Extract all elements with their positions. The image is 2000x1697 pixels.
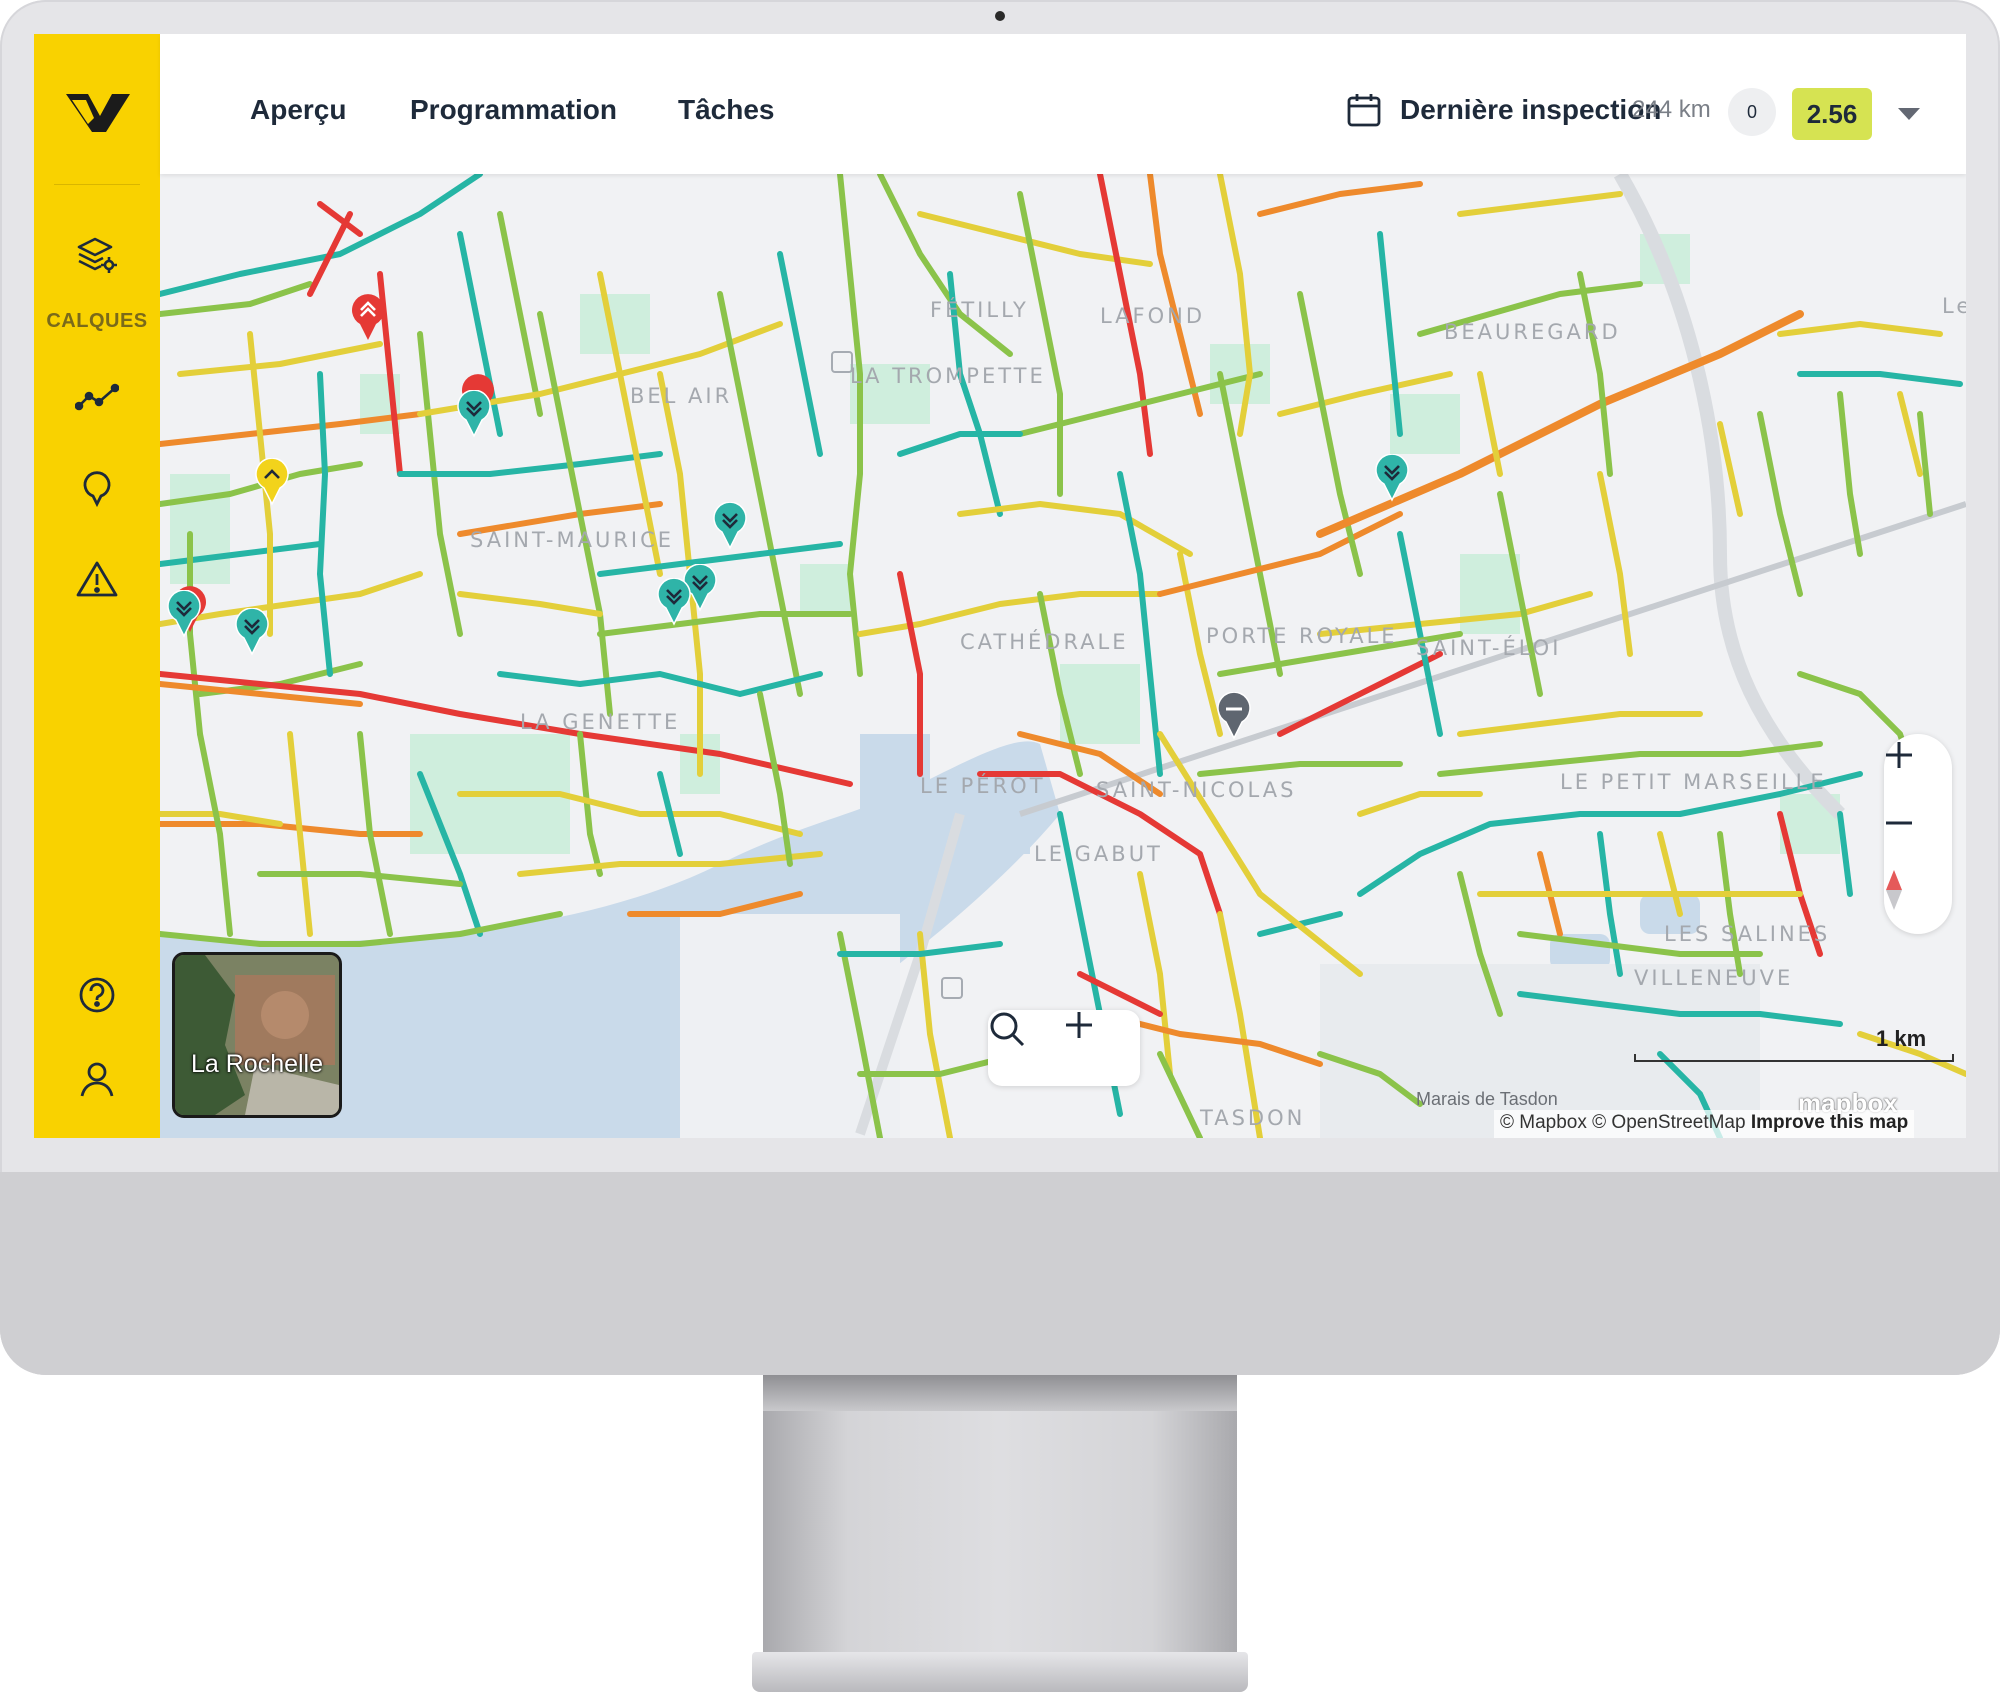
satellite-thumbnail	[175, 955, 339, 1115]
district-label: CATHÉDRALE	[960, 630, 1129, 654]
tab-taches[interactable]: Tâches	[678, 94, 775, 126]
calendar-icon[interactable]	[1346, 92, 1382, 128]
minimap-label: La Rochelle	[190, 1050, 324, 1078]
improvement-marker-teal[interactable]	[234, 608, 270, 656]
camera-dot	[995, 11, 1005, 21]
zoom-in-button[interactable]	[1884, 740, 1952, 804]
district-label: VILLENEUVE	[1634, 966, 1794, 990]
inspection-distance: 244 km	[1632, 96, 1711, 123]
user-icon[interactable]	[72, 1054, 122, 1104]
brand-logo	[66, 94, 130, 132]
district-label: TASDON	[1200, 1106, 1306, 1130]
district-label: LAFOND	[1100, 304, 1206, 328]
map-tools	[988, 1010, 1140, 1086]
map-attribution: © Mapbox © OpenStreetMap Improve this ma…	[1494, 1110, 1915, 1138]
map-scale-bar	[1634, 1054, 1954, 1062]
monitor-stand-shade	[763, 1375, 1237, 1411]
monitor-stand	[763, 1375, 1237, 1665]
improvement-marker-teal[interactable]	[166, 590, 202, 638]
inspection-count-badge: 0	[1728, 88, 1776, 136]
chevron-down-icon[interactable]	[1898, 108, 1920, 120]
map-pin-icon[interactable]	[72, 464, 122, 514]
district-label: LES SALINES	[1664, 922, 1831, 946]
last-inspection-label[interactable]: Dernière inspection	[1400, 94, 1661, 126]
road-map[interactable]: FÉTILLY LAFOND BEAUREGARD LA TROMPETTE B…	[160, 174, 1966, 1138]
alert-marker-red[interactable]	[350, 294, 386, 342]
layers-label: CALQUES	[46, 310, 148, 332]
search-icon[interactable]	[988, 1010, 1064, 1086]
monitor-chin	[0, 1172, 2000, 1375]
district-label: LA TROMPETTE	[850, 364, 1046, 388]
sidebar: CALQUES	[34, 34, 160, 1138]
monitor-frame: CALQUES Aperçu Programmation Tâches Dern…	[0, 0, 2000, 1375]
district-label: BEL AIR	[630, 384, 733, 408]
improvement-marker-teal[interactable]	[456, 390, 492, 438]
layers-settings-icon[interactable]	[72, 230, 122, 280]
help-icon[interactable]	[72, 970, 122, 1020]
improvement-marker-teal[interactable]	[712, 502, 748, 550]
sidebar-divider	[54, 184, 140, 185]
attribution-osm[interactable]: © OpenStreetMap	[1592, 1112, 1745, 1133]
improvement-marker-teal[interactable]	[1374, 454, 1410, 502]
warning-icon[interactable]	[72, 554, 122, 604]
district-label: SAINT-NICOLAS	[1096, 778, 1297, 802]
app-screen: CALQUES Aperçu Programmation Tâches Dern…	[34, 34, 1966, 1138]
improve-map-link[interactable]: Improve this map	[1751, 1112, 1908, 1133]
district-label: SAINT-MAURICE	[470, 528, 675, 552]
add-icon[interactable]	[1064, 1010, 1140, 1086]
map-canvas	[160, 174, 1966, 1138]
zoom-control	[1884, 734, 1952, 934]
district-label: SAINT-ÉLOI	[1416, 636, 1562, 660]
monitor-foot	[752, 1652, 1248, 1692]
district-label: BEAUREGARD	[1444, 320, 1621, 344]
attribution-mapbox[interactable]: © Mapbox	[1500, 1112, 1587, 1133]
zoom-out-button[interactable]	[1884, 808, 1952, 872]
neutral-marker-grey[interactable]	[1216, 692, 1252, 740]
district-label: LE GABUT	[1034, 842, 1163, 866]
tab-programmation[interactable]: Programmation	[410, 94, 617, 126]
map-scale-label: 1 km	[1876, 1026, 1927, 1051]
marais-label: Marais de Tasdon	[1416, 1089, 1558, 1109]
satellite-minimap[interactable]: La Rochelle	[172, 952, 342, 1118]
improvement-marker-teal[interactable]	[656, 578, 692, 626]
district-label: LE PETIT MARSEILLE	[1560, 770, 1827, 794]
warning-marker-yellow[interactable]	[254, 458, 290, 506]
district-label: PORTE ROYALE	[1206, 624, 1398, 648]
top-bar: Aperçu Programmation Tâches Dernière ins…	[160, 34, 1966, 174]
compass-icon[interactable]	[1884, 868, 1952, 932]
district-label: LE PÉROT	[920, 774, 1046, 798]
score-badge: 2.56	[1792, 88, 1872, 140]
tab-apercu[interactable]: Aperçu	[250, 94, 346, 126]
district-label: FÉTILLY	[930, 298, 1029, 322]
chart-line-icon[interactable]	[72, 372, 122, 422]
district-label: LA GENETTE	[520, 710, 681, 734]
district-label: Le	[1942, 294, 1966, 318]
